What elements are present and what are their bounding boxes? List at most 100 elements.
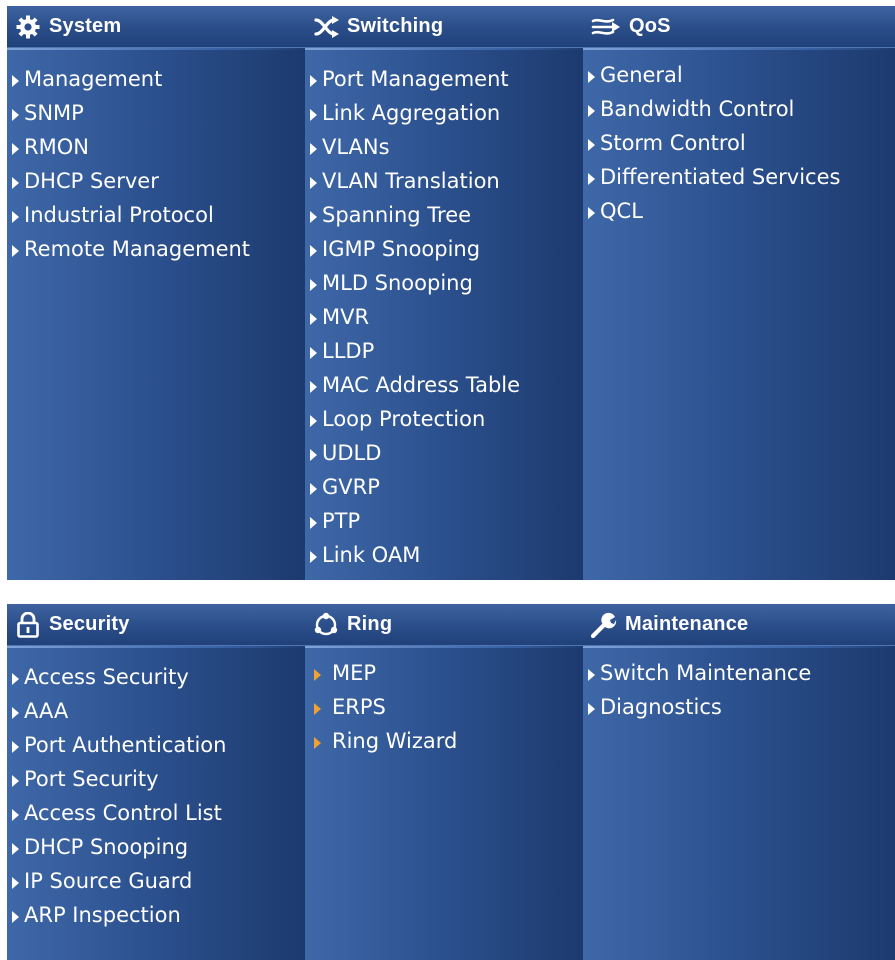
arrow-right-icon	[310, 448, 317, 461]
menu-item-access-control-list[interactable]: Access Control List	[12, 796, 305, 830]
arrow-right-icon	[310, 278, 317, 291]
menu-item-rmon[interactable]: RMON	[12, 130, 305, 164]
menu-item-dhcp-server[interactable]: DHCP Server	[12, 164, 305, 198]
arrow-right-icon	[12, 176, 19, 189]
maintenance-menu-list: Switch Maintenance Diagnostics	[583, 646, 895, 724]
menu-item-label: MEP	[332, 661, 377, 685]
arrow-right-icon	[310, 380, 317, 393]
arrow-right-icon	[12, 706, 19, 719]
menu-item-vlan-translation[interactable]: VLAN Translation	[310, 164, 583, 198]
menu-item-snmp[interactable]: SNMP	[12, 96, 305, 130]
menu-item-label: Bandwidth Control	[600, 97, 795, 121]
system-menu-list: Management SNMP RMON DHCP Server Industr…	[7, 48, 305, 266]
arrow-right-icon	[314, 702, 321, 715]
menu-item-label: PTP	[322, 509, 361, 533]
menu-item-port-authentication[interactable]: Port Authentication	[12, 728, 305, 762]
qos-header[interactable]: QoS	[583, 6, 895, 48]
arrow-right-icon	[12, 74, 19, 87]
lock-icon	[15, 611, 41, 638]
menu-item-mld-snooping[interactable]: MLD Snooping	[310, 266, 583, 300]
menu-item-mvr[interactable]: MVR	[310, 300, 583, 334]
arrow-right-icon	[314, 668, 321, 681]
header-divider	[583, 48, 895, 50]
menu-item-spanning-tree[interactable]: Spanning Tree	[310, 198, 583, 232]
arrow-right-icon	[310, 108, 317, 121]
menu-item-dhcp-snooping[interactable]: DHCP Snooping	[12, 830, 305, 864]
menu-item-label: Access Security	[24, 665, 189, 689]
menu-item-industrial-protocol[interactable]: Industrial Protocol	[12, 198, 305, 232]
menu-item-gvrp[interactable]: GVRP	[310, 470, 583, 504]
menu-item-port-management[interactable]: Port Management	[310, 62, 583, 96]
menu-item-loop-protection[interactable]: Loop Protection	[310, 402, 583, 436]
arrow-right-icon	[588, 668, 595, 681]
ring-header[interactable]: Ring	[305, 604, 583, 646]
system-header[interactable]: System	[7, 6, 305, 48]
menu-item-label: SNMP	[24, 101, 84, 125]
menu-item-switch-maintenance[interactable]: Switch Maintenance	[588, 656, 895, 690]
ring-icon	[313, 612, 339, 638]
menu-item-storm-control[interactable]: Storm Control	[588, 126, 895, 160]
menu-item-lldp[interactable]: LLDP	[310, 334, 583, 368]
menu-item-differentiated-services[interactable]: Differentiated Services	[588, 160, 895, 194]
menu-item-remote-management[interactable]: Remote Management	[12, 232, 305, 266]
menu-item-igmp-snooping[interactable]: IGMP Snooping	[310, 232, 583, 266]
arrow-right-icon	[12, 672, 19, 685]
qos-waves-icon	[591, 14, 621, 40]
menu-item-access-security[interactable]: Access Security	[12, 660, 305, 694]
menu-item-label: Port Management	[322, 67, 509, 91]
menu-item-label: Spanning Tree	[322, 203, 472, 227]
menu-item-label: Link Aggregation	[322, 101, 501, 125]
system-title: System	[49, 15, 122, 37]
menu-item-arp-inspection[interactable]: ARP Inspection	[12, 898, 305, 932]
menu-item-udld[interactable]: UDLD	[310, 436, 583, 470]
arrow-right-icon	[12, 808, 19, 821]
maintenance-header[interactable]: Maintenance	[583, 604, 895, 646]
menu-item-bandwidth-control[interactable]: Bandwidth Control	[588, 92, 895, 126]
menu-item-port-security[interactable]: Port Security	[12, 762, 305, 796]
header-divider	[583, 646, 895, 648]
menu-item-ptp[interactable]: PTP	[310, 504, 583, 538]
arrow-right-icon	[314, 736, 321, 749]
menu-item-label: Management	[24, 67, 163, 91]
menu-item-general[interactable]: General	[588, 58, 895, 92]
maintenance-title: Maintenance	[625, 613, 749, 635]
menu-item-label: MAC Address Table	[322, 373, 521, 397]
arrow-right-icon	[588, 206, 595, 219]
menu-item-mac-address-table[interactable]: MAC Address Table	[310, 368, 583, 402]
menu-item-label: DHCP Snooping	[24, 835, 189, 859]
menu-item-label: Switch Maintenance	[600, 661, 812, 685]
menu-item-label: MLD Snooping	[322, 271, 473, 295]
menu-item-qcl[interactable]: QCL	[588, 194, 895, 228]
arrow-right-icon	[588, 138, 595, 151]
menu-item-label: Loop Protection	[322, 407, 486, 431]
menu-item-management[interactable]: Management	[12, 62, 305, 96]
maintenance-column: Maintenance Switch Maintenance Diagnosti…	[583, 604, 895, 960]
menu-item-ring-wizard[interactable]: Ring Wizard	[311, 724, 583, 758]
arrow-right-icon	[310, 516, 317, 529]
menu-item-mep[interactable]: MEP	[311, 656, 583, 690]
menu-item-label: Port Authentication	[24, 733, 227, 757]
menu-item-label: Storm Control	[600, 131, 746, 155]
menu-item-label: ARP Inspection	[24, 903, 181, 927]
menu-item-aaa[interactable]: AAA	[12, 694, 305, 728]
arrow-right-icon	[588, 702, 595, 715]
arrow-right-icon	[588, 104, 595, 117]
menu-item-ip-source-guard[interactable]: IP Source Guard	[12, 864, 305, 898]
menu-item-vlans[interactable]: VLANs	[310, 130, 583, 164]
menu-item-label: MVR	[322, 305, 370, 329]
arrow-right-icon	[310, 414, 317, 427]
switching-header[interactable]: Switching	[305, 6, 583, 48]
arrow-right-icon	[310, 550, 317, 563]
arrow-right-icon	[588, 172, 595, 185]
arrow-right-icon	[310, 244, 317, 257]
switching-menu-list: Port Management Link Aggregation VLANs V…	[305, 48, 583, 572]
menu-item-diagnostics[interactable]: Diagnostics	[588, 690, 895, 724]
arrow-right-icon	[310, 210, 317, 223]
arrow-right-icon	[12, 108, 19, 121]
menu-item-erps[interactable]: ERPS	[311, 690, 583, 724]
menu-item-link-oam[interactable]: Link OAM	[310, 538, 583, 572]
wrench-icon	[591, 612, 617, 638]
menu-item-label: Access Control List	[24, 801, 222, 825]
security-header[interactable]: Security	[7, 604, 305, 646]
menu-item-link-aggregation[interactable]: Link Aggregation	[310, 96, 583, 130]
